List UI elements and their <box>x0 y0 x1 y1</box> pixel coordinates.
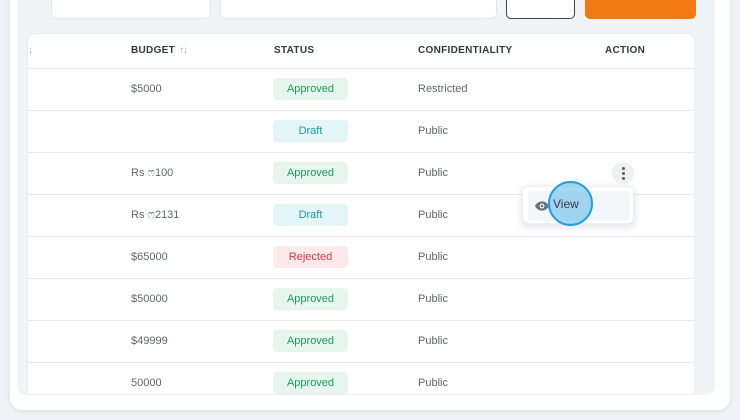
column-header-status: STATUS <box>274 45 315 56</box>
table-row[interactable]: Draft Public <box>28 111 694 153</box>
status-badge: Draft <box>273 120 348 142</box>
budget-cell: Rs ෆ2131 <box>131 209 180 221</box>
status-badge: Rejected <box>273 246 348 268</box>
table-row[interactable]: 50000 Approved Public <box>28 363 694 394</box>
status-badge: Approved <box>273 372 348 394</box>
row-actions-kebab-icon[interactable] <box>612 162 634 184</box>
table-row[interactable]: $49999 Approved Public <box>28 321 694 363</box>
confidentiality-cell: Public <box>418 209 448 221</box>
status-badge: Approved <box>273 78 348 100</box>
status-badge: Approved <box>273 162 348 184</box>
confidentiality-cell: Restricted <box>418 83 468 95</box>
primary-button[interactable] <box>585 0 696 19</box>
table-row[interactable]: $65000 Rejected Public <box>28 237 694 279</box>
budget-cell: 50000 <box>131 377 162 389</box>
column-header-action: ACTION <box>605 45 646 56</box>
view-menu-item-label[interactable]: View <box>553 197 579 211</box>
confidentiality-cell: Public <box>418 125 448 137</box>
column-header-budget[interactable]: BUDGET ↑↓ <box>131 45 188 56</box>
budget-cell: $5000 <box>131 83 162 95</box>
status-badge: Approved <box>273 288 348 310</box>
budget-cell: Rs ෆ100 <box>131 167 174 179</box>
confidentiality-cell: Public <box>418 251 448 263</box>
budget-cell: $65000 <box>131 251 168 263</box>
confidentiality-cell: Public <box>418 293 448 305</box>
confidentiality-cell: Public <box>418 377 448 389</box>
table-header: ↓ BUDGET ↑↓ STATUS CONFIDENTIALITY ACTIO… <box>28 34 694 69</box>
status-badge: Approved <box>273 330 348 352</box>
partial-column-header[interactable]: ↓ <box>28 45 33 56</box>
secondary-button[interactable] <box>506 0 575 19</box>
confidentiality-cell: Public <box>418 335 448 347</box>
sort-arrows-icon[interactable]: ↑↓ <box>179 45 188 56</box>
search-input[interactable] <box>220 0 497 19</box>
table-row[interactable]: $5000 Approved Restricted <box>28 69 694 111</box>
budget-cell: $50000 <box>131 293 168 305</box>
filter-input[interactable] <box>51 0 211 19</box>
sort-arrow-icon[interactable]: ↓ <box>28 45 33 56</box>
confidentiality-cell: Public <box>418 167 448 179</box>
budget-cell: $49999 <box>131 335 168 347</box>
table-row[interactable]: $50000 Approved Public <box>28 279 694 321</box>
column-header-confidentiality: CONFIDENTIALITY <box>418 45 513 56</box>
status-badge: Draft <box>273 204 348 226</box>
